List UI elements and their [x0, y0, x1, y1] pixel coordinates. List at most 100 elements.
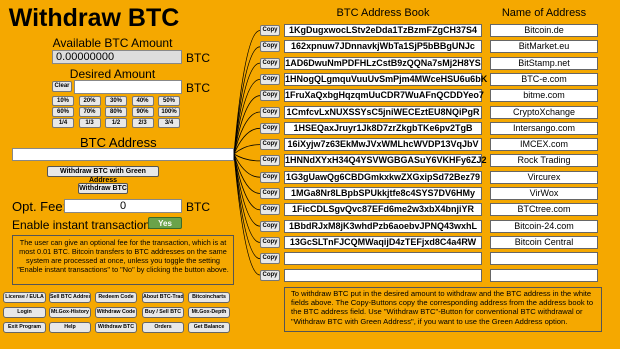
- percent-button[interactable]: 60%: [52, 107, 74, 117]
- copy-button[interactable]: Copy: [260, 155, 280, 167]
- copy-button[interactable]: Copy: [260, 171, 280, 183]
- copy-button[interactable]: Copy: [260, 204, 280, 216]
- fraction-button[interactable]: 1/3: [78, 118, 101, 128]
- percent-button[interactable]: 90%: [131, 107, 154, 117]
- address-name-entry[interactable]: Vircurex: [490, 170, 598, 184]
- instant-transactions-label: Enable instant transactions:: [12, 218, 160, 232]
- address-entry[interactable]: 1HSEQaxJruyr1Jk8D7zrZkgbTKe6pv2TgB: [284, 121, 482, 135]
- fee-input[interactable]: 0: [64, 199, 182, 213]
- percent-button[interactable]: 50%: [158, 96, 180, 106]
- nav-withdraw-code-button[interactable]: Withdraw Code: [95, 307, 137, 318]
- address-name-entry[interactable]: Rock Trading: [490, 154, 598, 168]
- address-name-entry[interactable]: BitStamp.net: [490, 56, 598, 70]
- copy-button[interactable]: Copy: [260, 220, 280, 232]
- percent-button[interactable]: 20%: [78, 96, 101, 106]
- address-entry[interactable]: 1KgDugxwocLStv2eDda1TzBzmFZgCH37S4: [284, 24, 482, 37]
- address-entry[interactable]: 1G3gUawQg6CBDGmkxkwZXGxipSd72Bez79: [284, 170, 482, 184]
- copy-button[interactable]: Copy: [260, 90, 280, 102]
- percent-button[interactable]: 80%: [105, 107, 127, 117]
- copy-button[interactable]: Copy: [260, 236, 280, 248]
- address-name-entry[interactable]: CryptoXchange: [490, 105, 598, 119]
- address-name-entry[interactable]: [490, 252, 598, 266]
- btc-address-input[interactable]: [12, 148, 234, 161]
- copy-button[interactable]: Copy: [260, 73, 280, 85]
- address-name-entry[interactable]: Bitcoin-24.com: [490, 219, 598, 233]
- percent-button[interactable]: 70%: [78, 107, 101, 117]
- address-name-entry[interactable]: [490, 268, 598, 282]
- nav-mt-gox-depth-button[interactable]: Mt.Gox-Depth: [188, 307, 230, 318]
- address-entry[interactable]: 1HNogQLgmquVuuUvSmPjm4MWceHSU6u6bK: [284, 72, 487, 86]
- address-entry[interactable]: 16iXyjw7z63EkMwJVxWMLhcWVDP13VqJbV: [284, 138, 482, 152]
- address-name-entry[interactable]: BTCtree.com: [490, 203, 598, 217]
- address-entry[interactable]: 1MGa8Nr8LBpbSPUkkjtfe8c4SYS7DV6HMy: [284, 187, 482, 200]
- address-name-entry[interactable]: Bitcoin.de: [490, 24, 598, 37]
- fee-unit: BTC: [186, 200, 210, 214]
- nav-buy-sell-btc-button[interactable]: Buy / Sell BTC: [142, 307, 184, 318]
- copy-button[interactable]: Copy: [260, 106, 280, 118]
- nav-withdraw-btc-button[interactable]: Withdraw BTC: [95, 322, 137, 333]
- address-name-entry[interactable]: BitMarket.eu: [490, 40, 598, 54]
- address-entry[interactable]: [284, 252, 482, 266]
- desired-amount-input[interactable]: [74, 80, 182, 94]
- address-entry[interactable]: 1FicCDLSgvQvc87EFd6me2w3xbX4bnjiYR: [284, 203, 482, 217]
- address-book-info: To withdraw BTC put in the desired amoun…: [284, 287, 602, 332]
- fraction-button[interactable]: 1/4: [52, 118, 74, 128]
- withdraw-green-button[interactable]: Withdraw BTC with Green Address: [47, 166, 159, 184]
- percent-button[interactable]: 10%: [52, 96, 74, 106]
- available-amount-unit: BTC: [186, 51, 210, 65]
- available-amount-label: Available BTC Amount: [52, 36, 173, 50]
- address-entry[interactable]: 1CmfcvLxNUXSSYsC5jniWECEztEU8NQiPgR: [284, 105, 482, 119]
- nav-redeem-code-button[interactable]: Redeem Code: [95, 292, 137, 303]
- address-name-entry[interactable]: IMCEX.com: [490, 138, 598, 152]
- page-title: Withdraw BTC: [8, 4, 180, 32]
- copy-button[interactable]: Copy: [260, 25, 280, 36]
- available-amount-field: 0.00000000: [52, 50, 182, 64]
- address-name-entry[interactable]: bitme.com: [490, 89, 598, 103]
- address-name-entry[interactable]: VirWox: [490, 187, 598, 200]
- desired-amount-label: Desired Amount: [69, 67, 156, 81]
- copy-button[interactable]: Copy: [260, 41, 280, 53]
- nav-login-button[interactable]: Login: [3, 307, 46, 318]
- nav-orders-button[interactable]: Orders: [142, 322, 184, 333]
- address-name-entry[interactable]: Bitcoin Central: [490, 235, 598, 249]
- nav-bitcoincharts-button[interactable]: Bitcoincharts: [188, 292, 230, 303]
- nav-exit-program-button[interactable]: Exit Program: [3, 322, 46, 333]
- fraction-button[interactable]: 3/4: [158, 118, 180, 128]
- copy-button[interactable]: Copy: [260, 188, 280, 199]
- withdraw-button[interactable]: Withdraw BTC: [78, 183, 128, 194]
- percent-button[interactable]: 100%: [158, 107, 180, 117]
- address-name-entry[interactable]: BTC-e.com: [490, 72, 598, 86]
- address-entry[interactable]: 1BbdRJxM8jK3whdPzb6aoebvJPNQ43wxhL: [284, 219, 482, 233]
- address-book-header: BTC Address Book: [336, 7, 430, 19]
- address-name-entry[interactable]: Intersango.com: [490, 121, 598, 135]
- nav-license-eula-button[interactable]: License / EULA: [3, 292, 46, 303]
- nav-help-button[interactable]: Help: [49, 322, 91, 333]
- copy-button[interactable]: Copy: [260, 253, 280, 265]
- address-entry[interactable]: 162xpnuw7JDnnavkjWbTa1SjP5bBBgUNJc: [284, 40, 482, 54]
- copy-button[interactable]: Copy: [260, 57, 280, 69]
- connector-line: [233, 46, 261, 155]
- address-entry[interactable]: [284, 268, 482, 282]
- percent-button[interactable]: 40%: [131, 96, 154, 106]
- address-entry[interactable]: 1FruXaQxbgHqzqmUuCDR7WuAFnQCDDYeo7: [284, 89, 484, 103]
- nav-sell-btc-address-button[interactable]: Sell BTC Address: [49, 292, 91, 303]
- fee-info-text: The user can give an optional fee for th…: [12, 235, 234, 285]
- fee-label: Opt. Fee:: [12, 199, 67, 214]
- copy-button[interactable]: Copy: [260, 269, 280, 281]
- nav-mt-gox-history-button[interactable]: Mt.Gox-History: [49, 307, 91, 318]
- nav-about-btc-trader-button[interactable]: About BTC-Trader: [142, 292, 184, 303]
- address-entry[interactable]: 1AD6DwuNmPDFHLzCstB9zQQNa7sMj2H8YS: [284, 56, 482, 70]
- fraction-button[interactable]: 2/3: [131, 118, 154, 128]
- instant-transactions-toggle[interactable]: Yes: [148, 217, 182, 229]
- nav-get-balance-button[interactable]: Get Balance: [188, 322, 230, 333]
- clear-button[interactable]: Clear: [52, 81, 72, 92]
- address-name-header: Name of Address: [501, 7, 587, 19]
- desired-amount-unit: BTC: [186, 81, 210, 95]
- copy-button[interactable]: Copy: [260, 122, 280, 134]
- connector-line: [233, 153, 261, 162]
- percent-button[interactable]: 30%: [105, 96, 127, 106]
- fraction-button[interactable]: 1/2: [105, 118, 127, 128]
- address-entry[interactable]: 1HNNdXYxH34Q4YSVWGBGASuY6VKHFy6ZJ2: [284, 154, 487, 168]
- copy-button[interactable]: Copy: [260, 139, 280, 151]
- address-entry[interactable]: 13GcSLTnFJCQMWaqijD4zTEFjxd8C4a4RW: [284, 235, 482, 249]
